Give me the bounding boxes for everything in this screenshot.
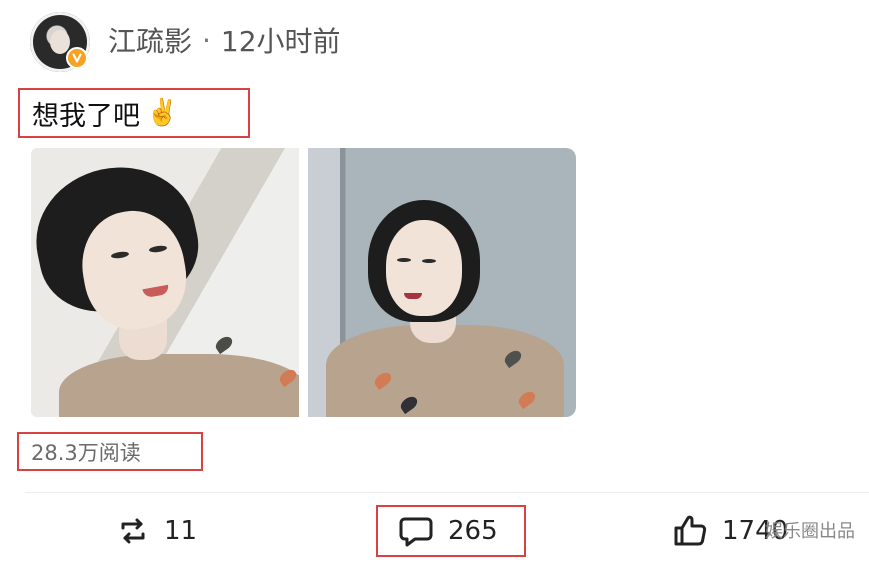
post-image-left[interactable] — [31, 148, 299, 417]
view-count: 28.3万阅读 — [31, 440, 141, 465]
image-watermark: 娱乐圈出品 — [765, 521, 855, 542]
post-image-grid — [31, 148, 577, 417]
actions-divider — [25, 492, 869, 493]
victory-hand-emoji: ✌️ — [146, 98, 179, 128]
repost-icon — [121, 518, 145, 544]
post-image-right[interactable] — [308, 148, 576, 417]
views-highlight: 28.3万阅读 — [17, 432, 203, 471]
comment-count: 265 — [448, 516, 498, 546]
weibo-post-card: 江疏影 · 12小时前 想我了吧 ✌️ 28.3万阅读 11 265 1740 … — [0, 0, 869, 563]
comment-button[interactable]: 265 — [376, 505, 526, 557]
header-separator: · — [202, 23, 211, 57]
right-eye-1 — [397, 258, 411, 262]
thumbs-up-icon — [674, 515, 707, 546]
verified-v-icon — [66, 47, 88, 69]
right-face — [386, 220, 462, 316]
post-text: 想我了吧 — [32, 100, 140, 132]
right-eye-2 — [422, 259, 436, 263]
verified-v-glyph-icon — [72, 53, 82, 63]
post-text-highlight: 想我了吧 ✌️ — [18, 88, 250, 138]
left-sweater — [59, 354, 299, 417]
left-sweater-leaf-1 — [213, 333, 235, 355]
repost-button[interactable]: 11 — [116, 505, 197, 557]
post-header: 江疏影 · 12小时前 — [108, 20, 341, 60]
author-name[interactable]: 江疏影 — [108, 20, 192, 60]
avatar-face — [50, 30, 70, 54]
comment-icon — [399, 517, 433, 547]
repost-count: 11 — [164, 516, 198, 546]
post-time[interactable]: 12小时前 — [221, 20, 341, 60]
